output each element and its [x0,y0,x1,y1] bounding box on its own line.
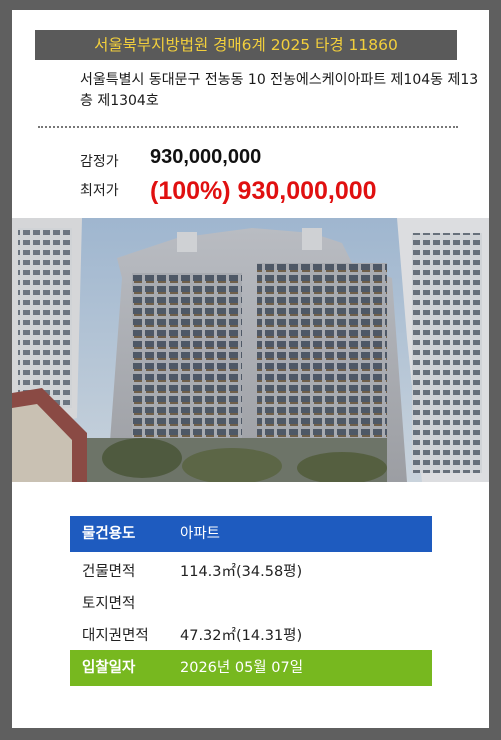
dotted-divider [38,126,458,128]
land-right-area-row: 대지권면적 47.32㎡(14.31평) [70,620,432,652]
bid-date-label: 입찰일자 [82,660,136,676]
building-area-value: 114.3㎡(34.58평) [180,564,303,580]
minimum-price-value: (100%) 930,000,000 [150,177,377,205]
building-area-label: 건물면적 [82,564,136,580]
usage-value: 아파트 [180,526,221,542]
land-area-label: 토지면적 [82,596,136,612]
minimum-price-label: 최저가 [80,183,119,199]
bid-date-value: 2026년 05월 07일 [180,660,304,676]
usage-row: 물건용도 아파트 [70,516,432,552]
auction-card: 서울북부지방법원 경매6계 2025 타경 11860 서울특별시 동대문구 전… [12,10,489,728]
usage-label: 물건용도 [82,526,136,542]
court-case-title: 서울북부지방법원 경매6계 2025 타경 11860 [35,30,457,60]
bid-date-row: 입찰일자 2026년 05월 07일 [70,650,432,686]
property-address: 서울특별시 동대문구 전농동 10 전농에스케이아파트 제104동 제13층 제… [80,72,479,109]
apartment-building-photo [12,218,489,482]
appraisal-price-value: 930,000,000 [150,146,262,168]
land-right-area-value: 47.32㎡(14.31평) [180,628,303,644]
appraisal-price-label: 감정가 [80,154,119,170]
land-area-row: 토지면적 [70,588,432,620]
building-area-row: 건물면적 114.3㎡(34.58평) [70,556,432,588]
land-right-area-label: 대지권면적 [82,628,149,644]
